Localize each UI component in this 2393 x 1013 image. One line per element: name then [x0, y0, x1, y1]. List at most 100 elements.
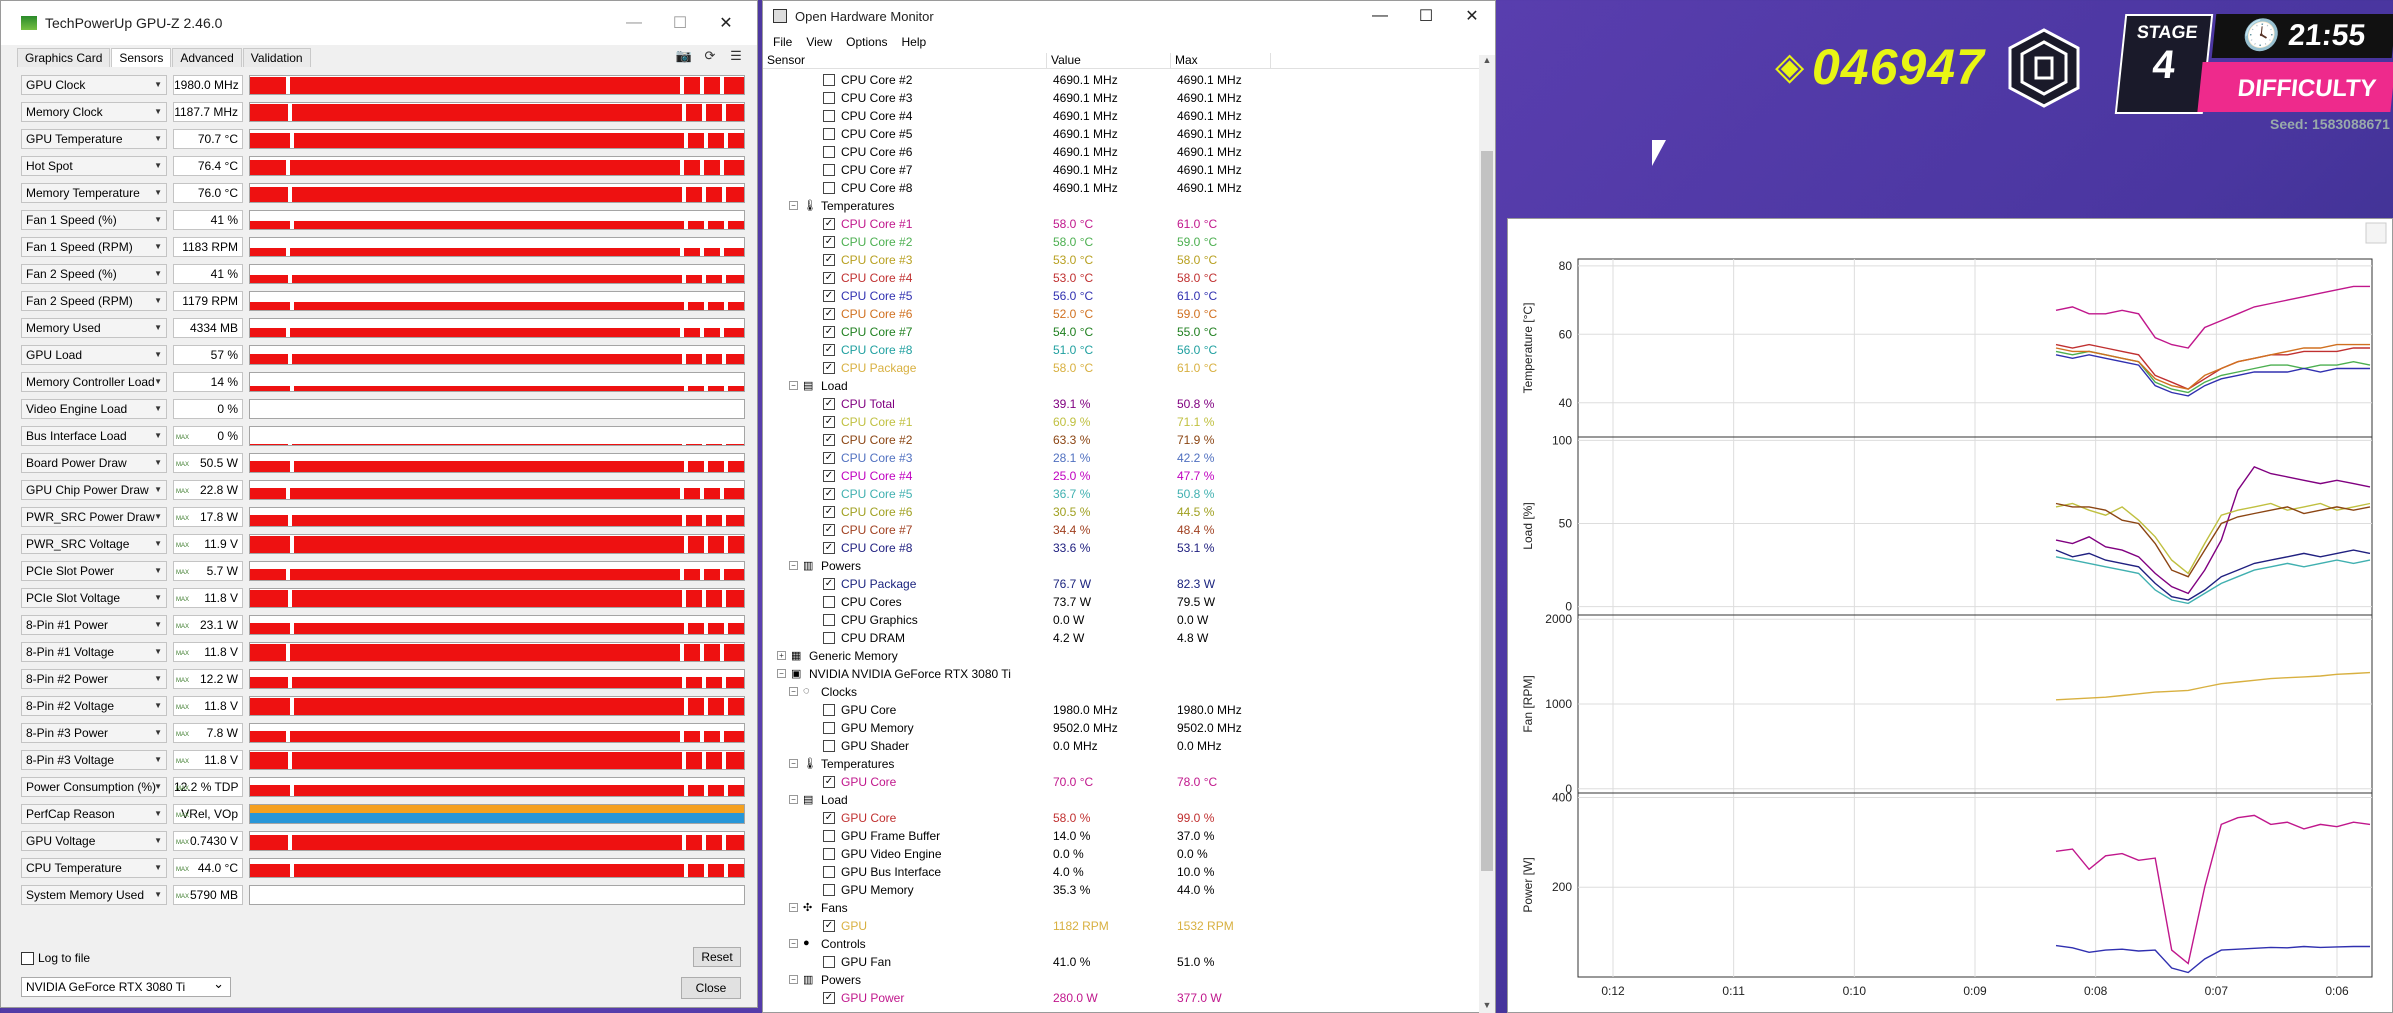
tree-sensor-row[interactable]: GPU Video Engine 0.0 % 0.0 % [763, 845, 1483, 863]
plot-checkbox[interactable]: ✓ [823, 920, 835, 932]
maximize-icon[interactable]: ☐ [1403, 2, 1449, 30]
log-to-file-box[interactable] [21, 951, 34, 965]
sensor-name-dropdown[interactable]: Memory Temperature [21, 182, 167, 203]
sensor-name-dropdown[interactable]: Memory Used [21, 317, 167, 338]
sensor-name-dropdown[interactable]: CPU Temperature [21, 857, 167, 878]
col-max[interactable]: Max [1171, 53, 1271, 68]
sensor-name-dropdown[interactable]: Hot Spot [21, 155, 167, 176]
tree-sensor-row[interactable]: ✓ GPU Core 58.0 % 99.0 % [763, 809, 1483, 827]
plot-checkbox[interactable]: ✓ [823, 776, 835, 788]
plot-checkbox[interactable] [823, 182, 835, 194]
tree-sensor-row[interactable]: ✓ GPU Core 70.0 °C 78.0 °C [763, 773, 1483, 791]
tree-sensor-row[interactable]: ✓ CPU Core #4 53.0 °C 58.0 °C [763, 269, 1483, 287]
sensor-name-dropdown[interactable]: Fan 1 Speed (%) [21, 209, 167, 230]
tree-group[interactable]: − 🌡 Temperatures [763, 755, 1483, 773]
tree-sensor-row[interactable]: ✓ CPU Core #8 33.6 % 53.1 % [763, 539, 1483, 557]
scroll-down-icon[interactable]: ▼ [1479, 1000, 1495, 1013]
sensor-name-dropdown[interactable]: PerfCap Reason [21, 803, 167, 824]
tree-sensor-row[interactable]: CPU Core #2 4690.1 MHz 4690.1 MHz [763, 71, 1483, 89]
tab-advanced[interactable]: Advanced [172, 48, 242, 67]
tree-sensor-row[interactable]: ✓ CPU Core #6 52.0 °C 59.0 °C [763, 305, 1483, 323]
plot-checkbox[interactable] [823, 92, 835, 104]
tab-validation[interactable]: Validation [242, 48, 311, 67]
plot-checkbox[interactable] [823, 110, 835, 122]
sensor-name-dropdown[interactable]: PWR_SRC Power Draw [21, 506, 167, 527]
tree-sensor-row[interactable]: GPU Memory 35.3 % 44.0 % [763, 881, 1483, 899]
plot-checkbox[interactable]: ✓ [823, 506, 835, 518]
gpu-select-dropdown[interactable]: NVIDIA GeForce RTX 3080 Ti [21, 975, 231, 997]
log-to-file-checkbox[interactable]: Log to file [21, 951, 741, 965]
sensor-name-dropdown[interactable]: Fan 1 Speed (RPM) [21, 236, 167, 257]
plot-checkbox[interactable]: ✓ [823, 308, 835, 320]
sensor-name-dropdown[interactable]: 8-Pin #2 Voltage [21, 695, 167, 716]
tree-sensor-row[interactable]: CPU Core #8 4690.1 MHz 4690.1 MHz [763, 179, 1483, 197]
sensor-name-dropdown[interactable]: Memory Clock [21, 101, 167, 122]
expand-icon[interactable]: + [777, 651, 786, 660]
tree-sensor-row[interactable]: ✓ CPU Core #6 30.5 % 44.5 % [763, 503, 1483, 521]
sensor-name-dropdown[interactable]: GPU Chip Power Draw [21, 479, 167, 500]
tree-sensor-row[interactable]: GPU Shader 0.0 MHz 0.0 MHz [763, 737, 1483, 755]
sensor-name-dropdown[interactable]: Fan 2 Speed (RPM) [21, 290, 167, 311]
menu-file[interactable]: File [773, 35, 792, 49]
ohm-titlebar[interactable]: Open Hardware Monitor — ☐ ✕ [763, 1, 1495, 31]
plot-checkbox[interactable] [823, 866, 835, 878]
tree-sensor-row[interactable]: ✓ CPU Core #7 34.4 % 48.4 % [763, 521, 1483, 539]
plot-checkbox[interactable]: ✓ [823, 488, 835, 500]
sensor-name-dropdown[interactable]: GPU Voltage [21, 830, 167, 851]
plot-checkbox[interactable]: ✓ [823, 470, 835, 482]
sensor-name-dropdown[interactable]: Board Power Draw [21, 452, 167, 473]
plot-checkbox[interactable]: ✓ [823, 218, 835, 230]
tree-sensor-row[interactable]: ✓ GPU 1182 RPM 1532 RPM [763, 917, 1483, 935]
tree-sensor-row[interactable]: ✓ CPU Total 39.1 % 50.8 % [763, 395, 1483, 413]
reset-button[interactable]: Reset [693, 947, 741, 967]
tree-group[interactable]: − ▣ NVIDIA NVIDIA GeForce RTX 3080 Ti [763, 665, 1483, 683]
sensor-name-dropdown[interactable]: GPU Clock [21, 74, 167, 95]
collapse-icon[interactable]: − [777, 669, 786, 678]
sensor-name-dropdown[interactable]: PWR_SRC Voltage [21, 533, 167, 554]
tree-sensor-row[interactable]: ✓ CPU Core #7 54.0 °C 55.0 °C [763, 323, 1483, 341]
plot-checkbox[interactable]: ✓ [823, 290, 835, 302]
close-icon[interactable]: ✕ [1449, 2, 1495, 30]
tree-group[interactable]: − ◌ Clocks [763, 683, 1483, 701]
plot-checkbox[interactable]: ✓ [823, 362, 835, 374]
close-icon[interactable]: ✕ [703, 9, 749, 37]
tree-sensor-row[interactable]: CPU Graphics 0.0 W 0.0 W [763, 611, 1483, 629]
collapse-icon[interactable]: − [789, 687, 798, 696]
camera-icon[interactable]: 📷 [675, 49, 693, 63]
plot-checkbox[interactable] [823, 614, 835, 626]
tree-group[interactable]: − ▥ Powers [763, 557, 1483, 575]
col-sensor[interactable]: Sensor [763, 53, 1047, 68]
plot-checkbox[interactable] [823, 74, 835, 86]
tree-sensor-row[interactable]: ✓ CPU Core #8 51.0 °C 56.0 °C [763, 341, 1483, 359]
tree-sensor-row[interactable]: CPU Cores 73.7 W 79.5 W [763, 593, 1483, 611]
collapse-icon[interactable]: − [789, 759, 798, 768]
plot-checkbox[interactable] [823, 596, 835, 608]
sensor-name-dropdown[interactable]: GPU Temperature [21, 128, 167, 149]
plot-checkbox[interactable]: ✓ [823, 416, 835, 428]
plot-checkbox[interactable]: ✓ [823, 272, 835, 284]
plot-checkbox[interactable] [823, 164, 835, 176]
tree-group[interactable]: − ▤ Load [763, 791, 1483, 809]
tree-group[interactable]: − 🌡 Temperatures [763, 197, 1483, 215]
tree-sensor-row[interactable]: ✓ CPU Package 58.0 °C 61.0 °C [763, 359, 1483, 377]
plot-checkbox[interactable] [823, 848, 835, 860]
tab-sensors[interactable]: Sensors [111, 48, 172, 67]
tree-group[interactable]: − ● Controls [763, 935, 1483, 953]
maximize-icon[interactable]: ☐ [657, 9, 703, 37]
plot-checkbox[interactable] [823, 956, 835, 968]
sensor-name-dropdown[interactable]: PCIe Slot Power [21, 560, 167, 581]
sensor-name-dropdown[interactable]: Fan 2 Speed (%) [21, 263, 167, 284]
tree-sensor-row[interactable]: GPU Fan 41.0 % 51.0 % [763, 953, 1483, 971]
sensor-name-dropdown[interactable]: 8-Pin #3 Power [21, 722, 167, 743]
plot-checkbox[interactable]: ✓ [823, 452, 835, 464]
scroll-up-icon[interactable]: ▲ [1479, 55, 1495, 69]
collapse-icon[interactable]: − [789, 903, 798, 912]
close-button[interactable]: Close [681, 977, 741, 999]
collapse-icon[interactable]: − [789, 795, 798, 804]
menu-view[interactable]: View [806, 35, 832, 49]
plot-checkbox[interactable] [823, 128, 835, 140]
plot-checkbox[interactable]: ✓ [823, 992, 835, 1004]
plot-checkbox[interactable]: ✓ [823, 812, 835, 824]
tree-sensor-row[interactable]: ✓ CPU Core #3 53.0 °C 58.0 °C [763, 251, 1483, 269]
tree-sensor-row[interactable]: ✓ CPU Core #5 56.0 °C 61.0 °C [763, 287, 1483, 305]
